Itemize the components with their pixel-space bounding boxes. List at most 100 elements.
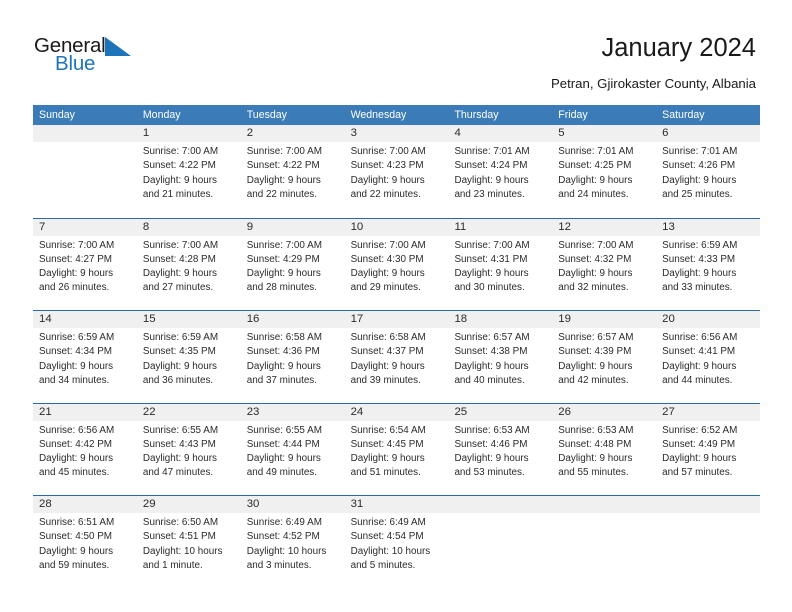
day-number: 8 <box>142 220 150 233</box>
day-detail-line: Daylight: 9 hours <box>39 268 114 280</box>
day-detail-line: Daylight: 10 hours <box>142 545 223 557</box>
day-details: Sunrise: 7:00 AM Sunset: 4:29 PM Daylight:… <box>247 239 345 296</box>
calendar-day-cell[interactable]: 3 Sunrise: 7:00 AM Sunset: 4:23 PM Daylight… <box>345 125 449 218</box>
calendar-grid: Sunday Monday Tuesday Wednesday Thursday Frid… <box>33 105 760 588</box>
calendar-day-cell[interactable]: 30 Sunrise: 6:49 AM Sunset: 4:52 PM Dayligh… <box>241 496 345 588</box>
day-detail-line: Sunset: 4:39 PM <box>558 346 632 358</box>
calendar-day-cell[interactable]: 2 Sunrise: 7:00 AM Sunset: 4:22 PM Daylight… <box>241 125 345 218</box>
day-number: 30 <box>246 498 260 510</box>
day-number: 23 <box>246 405 260 418</box>
calendar-day-cell[interactable]: 17 Sunrise: 6:58 AM Sunset: 4:37 PM Dayligh… <box>345 311 449 403</box>
day-details: Sunrise: 6:56 AM Sunset: 4:42 PM Daylight:… <box>39 424 137 481</box>
day-detail-line: Daylight: 9 hours <box>454 268 529 280</box>
day-detail-line: Sunrise: 7:01 AM <box>454 146 530 157</box>
calendar-cell-empty <box>656 496 760 588</box>
day-detail-line: Sunset: 4:44 PM <box>246 438 320 450</box>
calendar-day-cell[interactable]: 24 Sunrise: 6:54 AM Sunset: 4:45 PM Dayligh… <box>345 404 449 496</box>
calendar-day-cell[interactable]: 8 Sunrise: 7:00 AM Sunset: 4:28 PM Daylight… <box>137 219 241 311</box>
day-detail-line: Sunset: 4:48 PM <box>558 438 632 450</box>
calendar-day-cell[interactable]: 11 Sunrise: 7:00 AM Sunset: 4:31 PM Dayligh… <box>448 219 552 311</box>
day-details: Sunrise: 7:00 AM Sunset: 4:31 PM Daylight:… <box>454 239 552 296</box>
day-detail-line: Daylight: 10 hours <box>350 545 431 557</box>
day-number: 27 <box>662 405 675 418</box>
calendar-day-cell[interactable]: 23 Sunrise: 6:55 AM Sunset: 4:44 PM Dayligh… <box>241 404 345 496</box>
calendar-week-row: 14 Sunrise: 6:59 AM Sunset: 4:34 PM Dayligh… <box>33 310 760 403</box>
day-number: 2 <box>246 127 254 139</box>
day-detail-line: and 42 minutes. <box>558 374 629 386</box>
calendar-day-cell[interactable]: 1 Sunrise: 7:00 AM Sunset: 4:22 PM Daylight… <box>137 125 241 218</box>
weekday-header-saturday: Saturday <box>662 109 705 121</box>
day-detail-line: and 25 minutes. <box>662 188 733 200</box>
day-detail-line: Sunset: 4:54 PM <box>350 531 424 543</box>
day-details: Sunrise: 7:00 AM Sunset: 4:23 PM Daylight:… <box>351 145 449 202</box>
day-details: Sunrise: 6:53 AM Sunset: 4:46 PM Daylight:… <box>454 424 552 481</box>
day-details: Sunrise: 6:57 AM Sunset: 4:38 PM Daylight:… <box>454 331 552 388</box>
day-detail-line: Sunrise: 7:01 AM <box>558 146 634 157</box>
day-detail-line: Sunset: 4:52 PM <box>246 531 320 543</box>
day-number: 11 <box>454 220 467 233</box>
calendar-day-cell[interactable]: 25 Sunrise: 6:53 AM Sunset: 4:46 PM Dayligh… <box>448 404 552 496</box>
day-number: 4 <box>454 127 461 139</box>
day-detail-line: Daylight: 9 hours <box>558 360 633 372</box>
calendar-day-cell[interactable]: 22 Sunrise: 6:55 AM Sunset: 4:43 PM Dayligh… <box>137 404 241 496</box>
day-detail-line: Sunrise: 6:57 AM <box>558 332 634 343</box>
calendar-day-cell[interactable]: 13 Sunrise: 6:59 AM Sunset: 4:33 PM Dayligh… <box>656 219 760 311</box>
calendar-day-cell[interactable]: 26 Sunrise: 6:53 AM Sunset: 4:48 PM Dayligh… <box>552 404 656 496</box>
day-details: Sunrise: 7:00 AM Sunset: 4:27 PM Daylight:… <box>39 239 137 296</box>
day-details: Sunrise: 6:55 AM Sunset: 4:44 PM Daylight:… <box>247 424 345 481</box>
day-detail-line: Daylight: 9 hours <box>454 360 529 372</box>
calendar-day-cell[interactable]: 15 Sunrise: 6:59 AM Sunset: 4:35 PM Dayligh… <box>137 311 241 403</box>
location-subtitle: Petran, Gjirokaster County, Albania <box>551 76 756 91</box>
calendar-cell-empty <box>33 125 137 218</box>
calendar-day-cell[interactable]: 4 Sunrise: 7:01 AM Sunset: 4:24 PM Daylight… <box>448 125 552 218</box>
calendar-day-cell[interactable]: 20 Sunrise: 6:56 AM Sunset: 4:41 PM Dayligh… <box>656 311 760 403</box>
day-details: Sunrise: 6:55 AM Sunset: 4:43 PM Daylight:… <box>143 424 241 481</box>
day-detail-line: Sunset: 4:27 PM <box>39 253 113 265</box>
day-detail-line: Sunrise: 6:55 AM <box>142 424 219 436</box>
day-number: 7 <box>39 220 46 233</box>
calendar-day-cell[interactable]: 12 Sunrise: 7:00 AM Sunset: 4:32 PM Dayligh… <box>552 219 656 311</box>
day-detail-line: Sunset: 4:38 PM <box>454 346 528 358</box>
calendar-week-row: 28 Sunrise: 6:51 AM Sunset: 4:50 PM Dayligh… <box>33 495 760 588</box>
brand-logo[interactable]: General Blue <box>34 35 254 88</box>
day-detail-line: Daylight: 9 hours <box>662 453 737 465</box>
calendar-day-cell[interactable]: 27 Sunrise: 6:52 AM Sunset: 4:49 PM Dayligh… <box>656 404 760 496</box>
day-detail-line: and 30 minutes. <box>454 282 525 294</box>
day-detail-line: Sunset: 4:45 PM <box>350 438 424 450</box>
calendar-week-row: 7 Sunrise: 7:00 AM Sunset: 4:27 PM Daylight… <box>33 217 760 311</box>
day-detail-line: and 49 minutes. <box>246 467 317 479</box>
calendar-day-cell[interactable]: 5 Sunrise: 7:01 AM Sunset: 4:25 PM Daylight… <box>552 125 656 218</box>
day-detail-line: Sunrise: 6:58 AM <box>246 332 322 343</box>
calendar-day-cell[interactable]: 16 Sunrise: 6:58 AM Sunset: 4:36 PM Dayligh… <box>241 311 345 403</box>
day-detail-line: Daylight: 10 hours <box>246 545 327 557</box>
calendar-day-cell[interactable]: 6 Sunrise: 7:01 AM Sunset: 4:26 PM Daylight… <box>656 125 760 218</box>
calendar-day-cell[interactable]: 19 Sunrise: 6:57 AM Sunset: 4:39 PM Dayligh… <box>552 311 656 403</box>
day-detail-line: and 3 minutes. <box>246 559 312 571</box>
calendar-day-cell[interactable]: 9 Sunrise: 7:00 AM Sunset: 4:29 PM Daylight… <box>241 219 345 311</box>
page-header: General Blue January 2024 Petran, Gjirok… <box>0 0 792 100</box>
day-detail-line: and 23 minutes. <box>454 188 525 200</box>
day-number: 10 <box>350 220 364 233</box>
calendar-day-cell[interactable]: 7 Sunrise: 7:00 AM Sunset: 4:27 PM Daylight… <box>33 219 137 311</box>
day-detail-line: Daylight: 9 hours <box>662 174 737 186</box>
day-details: Sunrise: 6:54 AM Sunset: 4:45 PM Daylight:… <box>351 424 449 481</box>
day-detail-line: Sunrise: 7:01 AM <box>662 146 738 157</box>
day-detail-line: Daylight: 9 hours <box>142 360 217 372</box>
calendar-day-cell[interactable]: 21 Sunrise: 6:56 AM Sunset: 4:42 PM Dayligh… <box>33 404 137 496</box>
day-detail-line: Sunrise: 6:49 AM <box>350 517 426 528</box>
calendar-day-cell[interactable]: 28 Sunrise: 6:51 AM Sunset: 4:50 PM Dayligh… <box>33 496 137 588</box>
day-number: 3 <box>350 127 357 139</box>
day-number: 22 <box>142 405 156 418</box>
day-detail-line: and 45 minutes. <box>39 467 110 479</box>
calendar-day-cell[interactable]: 10 Sunrise: 7:00 AM Sunset: 4:30 PM Dayligh… <box>345 219 449 311</box>
weekday-header-tuesday: Tuesday <box>246 109 287 121</box>
calendar-day-cell[interactable]: 31 Sunrise: 6:49 AM Sunset: 4:54 PM Dayligh… <box>345 496 449 588</box>
day-detail-line: and 33 minutes. <box>662 282 733 294</box>
calendar-day-cell[interactable]: 29 Sunrise: 6:50 AM Sunset: 4:51 PM Dayligh… <box>137 496 241 588</box>
calendar-day-cell[interactable]: 18 Sunrise: 6:57 AM Sunset: 4:38 PM Dayligh… <box>448 311 552 403</box>
day-detail-line: Sunset: 4:43 PM <box>142 438 216 450</box>
calendar-day-cell[interactable]: 14 Sunrise: 6:59 AM Sunset: 4:34 PM Dayligh… <box>33 311 137 403</box>
day-detail-line: Sunset: 4:37 PM <box>350 346 424 358</box>
day-number: 20 <box>662 313 675 325</box>
day-detail-line: Daylight: 9 hours <box>142 453 217 465</box>
